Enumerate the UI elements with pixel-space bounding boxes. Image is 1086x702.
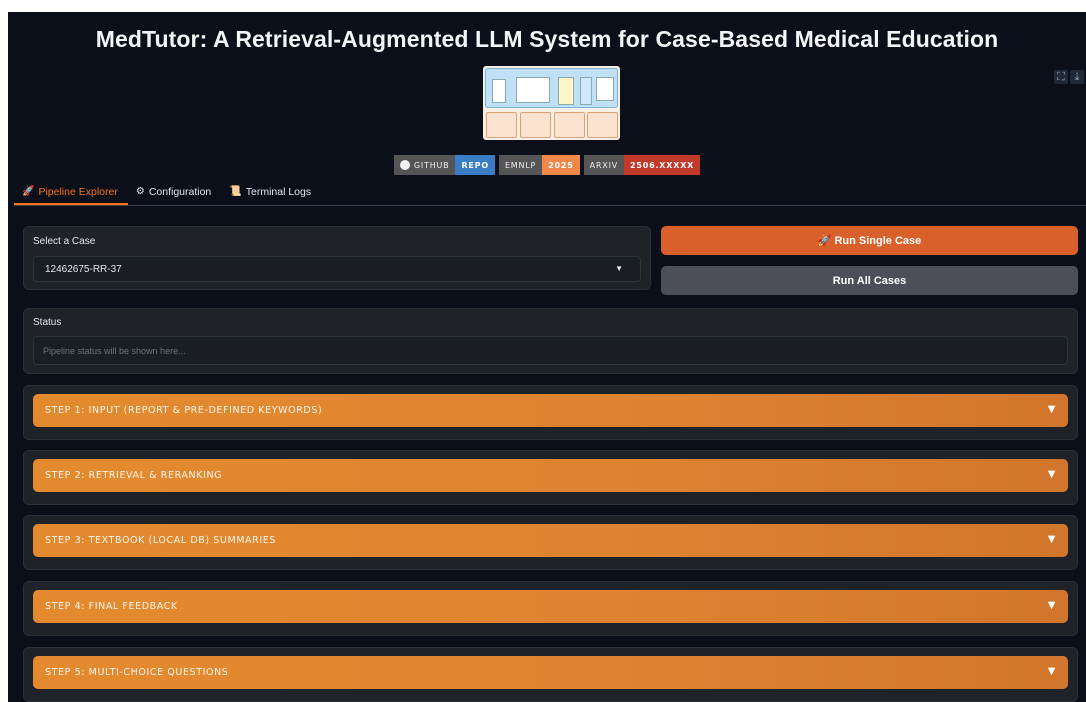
status-field[interactable]: Pipeline status will be shown here... (33, 336, 1068, 365)
tab-bar: 🚀 Pipeline Explorer ⚙ Configuration 📜 Te… (14, 182, 1086, 206)
step-5-header[interactable]: STEP 5: MULTI-CHOICE QUESTIONS ▼ (33, 656, 1068, 689)
download-icon[interactable]: ⤓ (1070, 70, 1084, 84)
github-icon (399, 160, 410, 170)
step-2-header[interactable]: STEP 2: RETRIEVAL & RERANKING ▼ (33, 459, 1068, 492)
step-1-header[interactable]: STEP 1: INPUT (REPORT & PRE-DEFINED KEYW… (33, 394, 1068, 427)
app-window: MedTutor: A Retrieval-Augmented LLM Syst… (8, 12, 1086, 702)
step-2-accordion: STEP 2: RETRIEVAL & RERANKING ▼ (23, 450, 1078, 505)
fullscreen-icon[interactable]: ⛶ (1054, 70, 1068, 84)
arxiv-badge[interactable]: ARXIV 2506.XXXXX (583, 155, 701, 175)
github-repo-badge[interactable]: GITHUB REPO (393, 155, 495, 175)
badge-row: GITHUB REPO EMNLP 2025 ARXIV 2506.XXXXX (8, 155, 1086, 175)
scroll-icon: 📜 (229, 186, 242, 197)
system-overview-image (483, 66, 620, 140)
step-5-accordion: STEP 5: MULTI-CHOICE QUESTIONS ▼ (23, 647, 1078, 702)
expand-arrow-icon: ▼ (1047, 666, 1056, 677)
expand-arrow-icon: ▼ (1047, 404, 1056, 415)
caret-down-icon: ▼ (615, 264, 623, 273)
expand-arrow-icon: ▼ (1047, 600, 1056, 611)
tab-configuration[interactable]: ⚙ Configuration (128, 182, 221, 205)
gear-icon: ⚙ (135, 186, 145, 197)
run-single-case-button[interactable]: 🚀 Run Single Case (661, 226, 1078, 255)
step-3-accordion: STEP 3: TEXTBOOK (LOCAL DB) SUMMARIES ▼ (23, 515, 1078, 570)
figure-toolbar: ⛶ ⤓ (1054, 70, 1084, 84)
step-1-accordion: STEP 1: INPUT (REPORT & PRE-DEFINED KEYW… (23, 385, 1078, 440)
status-panel: Status Pipeline status will be shown her… (23, 308, 1078, 374)
case-select-dropdown[interactable]: 12462675-RR-37 ▼ (33, 256, 641, 282)
tab-terminal-logs[interactable]: 📜 Terminal Logs (221, 182, 321, 205)
step-4-accordion: STEP 4: FINAL FEEDBACK ▼ (23, 581, 1078, 636)
rocket-icon: 🚀 (22, 186, 35, 197)
emnlp-badge[interactable]: EMNLP 2025 (498, 155, 580, 175)
run-all-cases-button[interactable]: Run All Cases (661, 266, 1078, 295)
case-select-value: 12462675-RR-37 (45, 264, 122, 275)
step-3-header[interactable]: STEP 3: TEXTBOOK (LOCAL DB) SUMMARIES ▼ (33, 524, 1068, 557)
case-select-label: Select a Case (33, 236, 96, 247)
status-label: Status (33, 317, 62, 328)
page-title: MedTutor: A Retrieval-Augmented LLM Syst… (95, 26, 999, 52)
tab-pipeline-explorer[interactable]: 🚀 Pipeline Explorer (14, 182, 128, 205)
step-4-header[interactable]: STEP 4: FINAL FEEDBACK ▼ (33, 590, 1068, 623)
expand-arrow-icon: ▼ (1047, 534, 1056, 545)
case-select-panel: Select a Case 12462675-RR-37 ▼ (23, 226, 651, 290)
expand-arrow-icon: ▼ (1047, 469, 1056, 480)
